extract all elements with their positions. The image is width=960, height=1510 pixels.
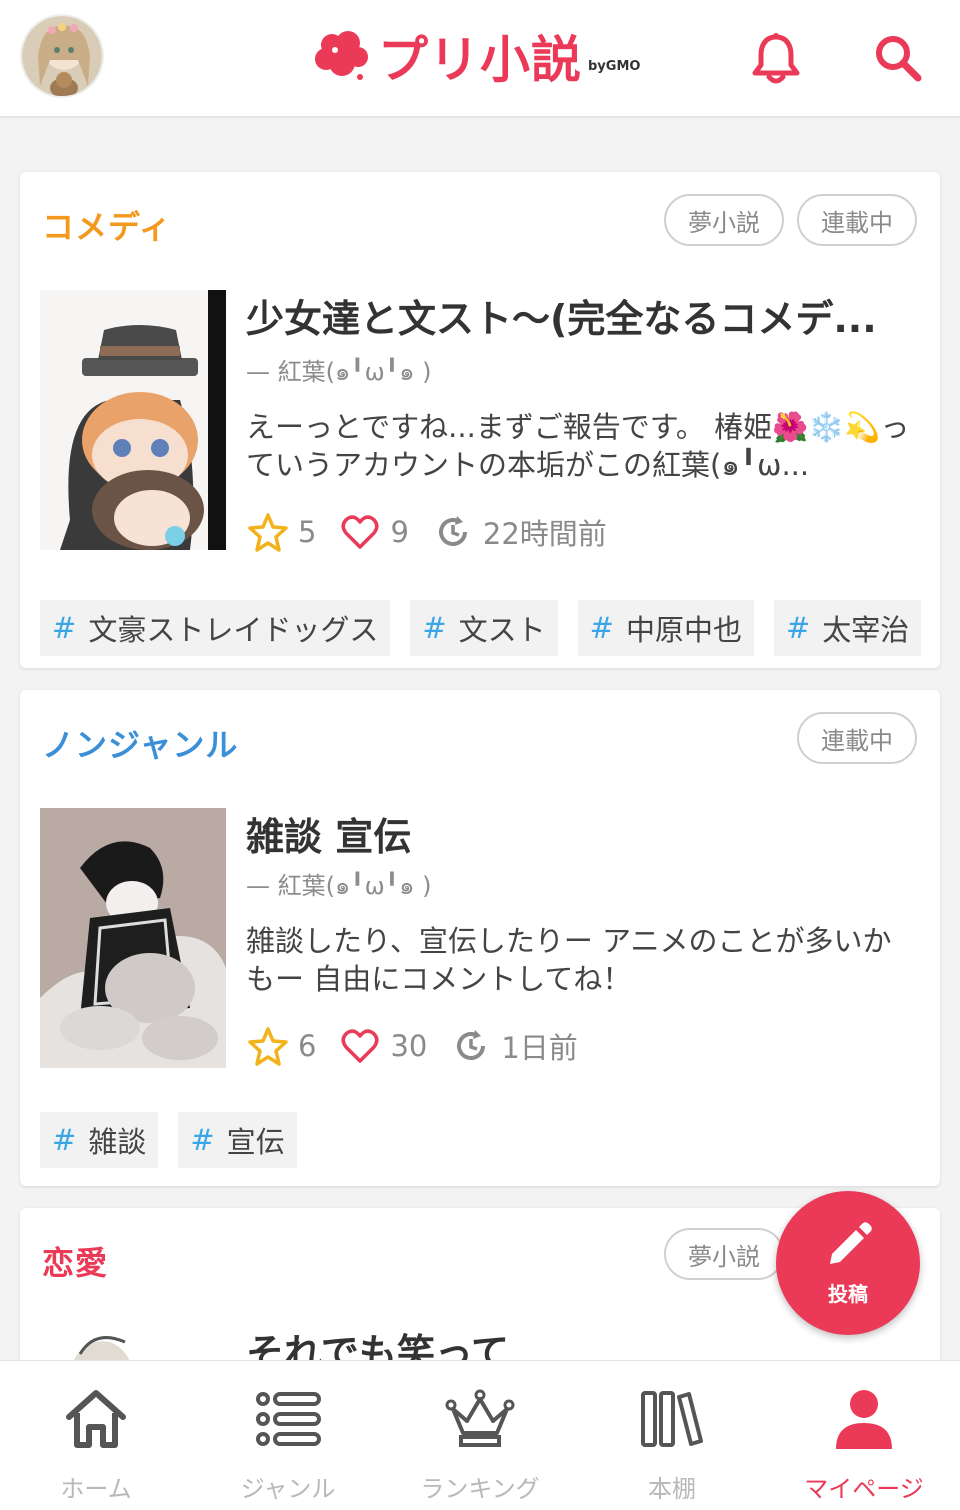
tag-chip[interactable]: # 文豪ストレイドッグス	[40, 600, 391, 656]
novel-description: 雑談したり、宣伝したりー アニメのことが多いかもー 自由にコメントしてね！	[246, 924, 892, 996]
cover-image[interactable]	[40, 290, 226, 550]
novel-title[interactable]: 雑談 宣伝	[246, 806, 916, 861]
novel-card[interactable]: ノンジャンル 連載中 雑談 宣伝 — 紅葉(๑╹ω╹๑ ) 雑談したり、宣伝した…	[20, 690, 940, 1186]
badge-serializing: 連載中	[797, 194, 917, 246]
user-avatar[interactable]	[20, 14, 104, 98]
person-icon	[836, 1390, 892, 1449]
star-count: 6	[298, 1029, 317, 1063]
avatar-image	[22, 16, 102, 96]
app-header: プリ小説 byGMO	[0, 0, 960, 118]
bell-icon[interactable]	[748, 30, 804, 86]
cover-image[interactable]	[40, 808, 226, 1068]
pencil-icon	[830, 1221, 872, 1264]
star-count: 5	[298, 515, 317, 549]
nav-label: 本棚	[648, 1475, 696, 1503]
bookshelf-icon	[641, 1391, 703, 1447]
star-icon	[246, 510, 290, 554]
novel-card[interactable]: コメディ 夢小説 連載中 少女達と文スト～(完全なるコメデ... — 紅葉(๑╹…	[20, 172, 940, 668]
tag-list: # 雑談 # 宣伝	[40, 1112, 940, 1168]
nav-item-bookshelf[interactable]: 本棚	[576, 1361, 768, 1510]
tag-chip[interactable]: # 文スト	[410, 600, 558, 656]
nav-label: ランキング	[420, 1475, 540, 1503]
update-icon	[449, 1024, 493, 1068]
badge-dream-novel: 夢小説	[664, 194, 784, 246]
update-icon	[431, 510, 475, 554]
author-name[interactable]: — 紅葉(๑╹ω╹๑ )	[246, 352, 431, 391]
novel-stats: 6 30 1日前	[246, 1024, 600, 1068]
nav-label: ジャンル	[240, 1475, 336, 1503]
bottom-nav: ホーム ジャンル ランキング 本棚 マイページ	[0, 1360, 960, 1510]
tag-list: # 文豪ストレイドッグス # 文スト # 中原中也 # 太宰治	[40, 600, 940, 656]
star-icon	[246, 1024, 290, 1068]
badge-serializing: 連載中	[797, 712, 917, 764]
nav-item-home[interactable]: ホーム	[0, 1361, 192, 1510]
tag-chip[interactable]: # 太宰治	[773, 600, 922, 656]
updated-time: 1日前	[501, 1031, 578, 1065]
logo-text: プリ小説	[378, 31, 582, 89]
novel-description: えーっとですね...まずご報告です。 椿姫🌺❄️💫っていうアカウントの本垢がこの…	[246, 410, 910, 482]
tag-chip[interactable]: # 宣伝	[178, 1112, 297, 1168]
post-button[interactable]: 投稿	[776, 1191, 920, 1335]
like-count: 9	[390, 515, 409, 549]
nav-item-mypage[interactable]: マイページ	[768, 1361, 960, 1510]
nav-item-genre[interactable]: ジャンル	[192, 1361, 384, 1510]
logo-by-gmo: byGMO	[588, 58, 641, 74]
author-name[interactable]: — 紅葉(๑╹ω╹๑ )	[246, 866, 431, 905]
nav-label: マイページ	[804, 1475, 924, 1503]
like-count: 30	[390, 1029, 428, 1063]
novel-stats: 5 9 22時間前	[246, 510, 629, 554]
heart-icon	[338, 1024, 382, 1068]
genre-label: コメディ	[42, 208, 172, 246]
logo-mark-icon	[315, 31, 368, 80]
app-logo[interactable]: プリ小説 byGMO	[312, 26, 641, 89]
nav-label: ホーム	[60, 1475, 132, 1503]
novel-title[interactable]: 少女達と文スト～(完全なるコメデ...	[246, 288, 916, 343]
list-icon	[256, 1392, 321, 1446]
tag-chip[interactable]: # 雑談	[40, 1112, 159, 1168]
genre-label: ノンジャンル	[42, 726, 239, 764]
home-icon	[66, 1390, 126, 1448]
badge-dream-novel: 夢小説	[664, 1228, 784, 1280]
heart-icon	[338, 510, 382, 554]
genre-label: 恋愛	[42, 1244, 109, 1282]
nav-item-ranking[interactable]: ランキング	[384, 1361, 576, 1510]
post-button-label: 投稿	[828, 1281, 868, 1306]
search-icon[interactable]	[870, 30, 926, 86]
tag-chip[interactable]: # 中原中也	[577, 600, 754, 656]
updated-time: 22時間前	[482, 517, 607, 551]
crown-icon	[445, 1389, 515, 1447]
